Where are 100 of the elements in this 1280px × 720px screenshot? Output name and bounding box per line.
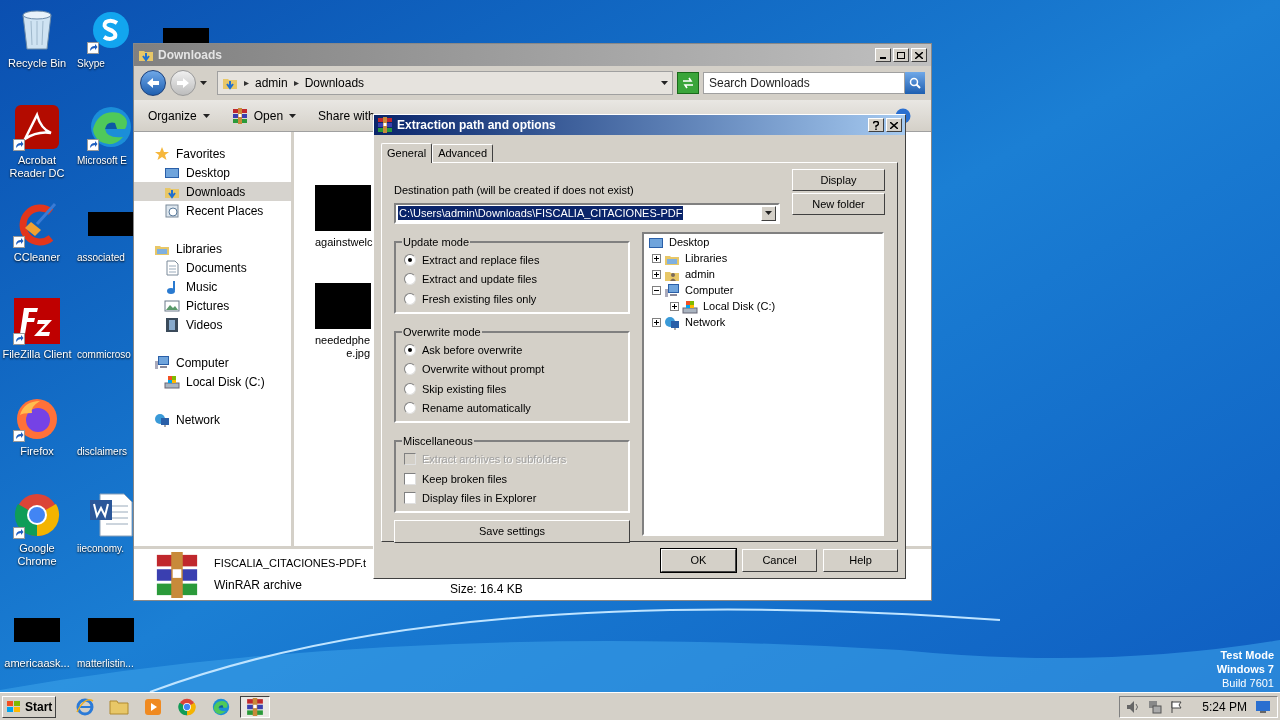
desktop-icon-label[interactable]: commicroso	[77, 348, 131, 361]
disk-drive-icon	[682, 298, 698, 315]
redacted-thumbnail	[14, 618, 60, 642]
windows-flag-icon	[6, 699, 22, 714]
search-button[interactable]	[905, 72, 925, 94]
save-settings-button[interactable]: Save settings	[394, 520, 630, 543]
radio-button[interactable]	[404, 363, 416, 376]
taskbar-button[interactable]	[240, 695, 271, 718]
desktop-icon-label[interactable]: FileZilla Client	[1, 348, 73, 361]
tree-item[interactable]: admin	[685, 266, 715, 283]
refresh-button[interactable]	[677, 72, 699, 94]
desktop-icon-label[interactable]: americaask...	[1, 657, 73, 670]
nav-group-item[interactable]: Favorites	[134, 144, 291, 163]
option-label: Overwrite without prompt	[422, 362, 545, 377]
nav-item[interactable]: Videos	[134, 315, 291, 334]
option-label: Fresh existing files only	[422, 291, 537, 307]
maximize-button[interactable]	[893, 48, 909, 62]
radio-button[interactable]	[404, 402, 416, 415]
dialog-button[interactable]: OK	[661, 549, 736, 572]
nav-group-item[interactable]: Network	[134, 410, 291, 429]
desktop-icon-label[interactable]: matterlistin...	[77, 657, 134, 670]
recent-places-icon	[164, 202, 180, 219]
show-desktop-icon[interactable]	[1255, 699, 1271, 714]
dialog-button[interactable]: Help	[823, 549, 898, 572]
checkbox[interactable]	[404, 472, 416, 485]
file-thumbnail[interactable]	[315, 185, 371, 231]
desktop-icon-label[interactable]: Acrobat Reader DC	[1, 154, 73, 180]
side-button[interactable]: New folder	[792, 193, 885, 215]
nav-item[interactable]: Local Disk (C:)	[134, 372, 291, 391]
tree-item[interactable]: Desktop	[669, 234, 710, 251]
desktop-icon-label[interactable]: disclaimers	[77, 445, 127, 458]
refresh-icon	[681, 77, 695, 89]
desktop-icon-label[interactable]: iieconomy.	[77, 542, 125, 555]
network-icon[interactable]	[1148, 699, 1163, 714]
radio-button[interactable]	[404, 253, 416, 266]
clock[interactable]: 5:24 PM	[1202, 697, 1247, 716]
back-button[interactable]	[140, 70, 166, 96]
breadcrumb-item[interactable]: admin	[255, 74, 288, 92]
radio-button[interactable]	[404, 343, 416, 356]
radio-button[interactable]	[404, 292, 416, 305]
plus-icon	[654, 320, 659, 325]
nav-item[interactable]: Downloads	[134, 182, 291, 201]
archive-books-icon	[377, 117, 393, 133]
tree-item[interactable]: Local Disk (C:)	[703, 298, 776, 315]
flag-icon[interactable]	[1170, 699, 1185, 714]
nav-item[interactable]: Desktop	[134, 163, 291, 182]
nav-item[interactable]: Documents	[134, 258, 291, 277]
nav-group-item[interactable]: Libraries	[134, 239, 291, 258]
desktop-icon-label[interactable]: Firefox	[1, 445, 73, 458]
tree-item[interactable]: Libraries	[685, 250, 728, 267]
expand-toggle[interactable]	[652, 318, 661, 327]
desktop-icon-label[interactable]: Google Chrome	[1, 542, 73, 568]
search-field[interactable]: Search Downloads	[703, 72, 905, 94]
nav-group-item[interactable]: Computer	[134, 353, 291, 372]
tree-item[interactable]: Computer	[685, 282, 734, 299]
dialog-button[interactable]: Cancel	[742, 549, 817, 572]
tab[interactable]: General	[381, 143, 433, 163]
desktop-icon-label[interactable]: associated	[77, 251, 125, 264]
toolbar-button[interactable]: Open	[223, 103, 305, 128]
checkbox[interactable]	[404, 492, 416, 505]
back-arrow-icon	[146, 77, 160, 89]
minimize-button[interactable]	[875, 48, 891, 62]
desktop-icon-label[interactable]: Recycle Bin	[1, 57, 73, 70]
file-name[interactable]: neededphe e.jpg	[315, 334, 371, 360]
file-name[interactable]: againstwelc	[315, 236, 373, 249]
expand-toggle[interactable]	[652, 270, 661, 279]
file-size: Size: 16.4 KB	[450, 581, 523, 598]
toolbar-button[interactable]: Organize	[140, 103, 218, 128]
speaker-icon[interactable]	[1126, 699, 1141, 714]
desktop-icon-label[interactable]: Skype	[77, 57, 105, 70]
tab[interactable]: Advanced	[432, 144, 494, 162]
nav-item[interactable]: Music	[134, 277, 291, 296]
archive-books-icon	[231, 107, 248, 124]
address-bar[interactable]: admin Downloads	[217, 71, 673, 95]
expand-toggle[interactable]	[652, 286, 661, 295]
film-icon	[164, 316, 180, 333]
disk-drive-icon	[164, 373, 180, 390]
nav-item[interactable]: Pictures	[134, 296, 291, 315]
question-mark-icon	[873, 120, 879, 130]
file-thumbnail[interactable]	[315, 283, 371, 329]
expand-toggle[interactable]	[670, 302, 679, 311]
close-button[interactable]	[886, 118, 902, 132]
help-button[interactable]	[868, 118, 884, 132]
tree-item[interactable]: Network	[685, 314, 726, 331]
desktop-icon-label[interactable]: CCleaner	[1, 251, 73, 264]
side-button[interactable]: Display	[792, 169, 885, 191]
breadcrumb-item[interactable]: Downloads	[304, 74, 365, 92]
archive-books-icon	[246, 697, 265, 716]
group-title: Overwrite mode	[402, 324, 482, 340]
radio-button[interactable]	[404, 273, 416, 286]
start-button[interactable]: Start	[2, 695, 57, 718]
nav-item[interactable]: Recent Places	[134, 201, 291, 220]
desktop-icon-label[interactable]: Microsoft E	[77, 154, 127, 167]
caret-icon	[765, 211, 772, 215]
radio-button[interactable]	[404, 382, 416, 395]
plus-icon	[654, 256, 659, 261]
close-button[interactable]	[911, 48, 927, 62]
destination-combobox[interactable]: C:\Users\admin\Downloads\FISCALIA_CITACIONES-PDF	[394, 202, 780, 224]
test-mode-text: Test Mode	[1220, 648, 1274, 662]
expand-toggle[interactable]	[652, 254, 661, 263]
